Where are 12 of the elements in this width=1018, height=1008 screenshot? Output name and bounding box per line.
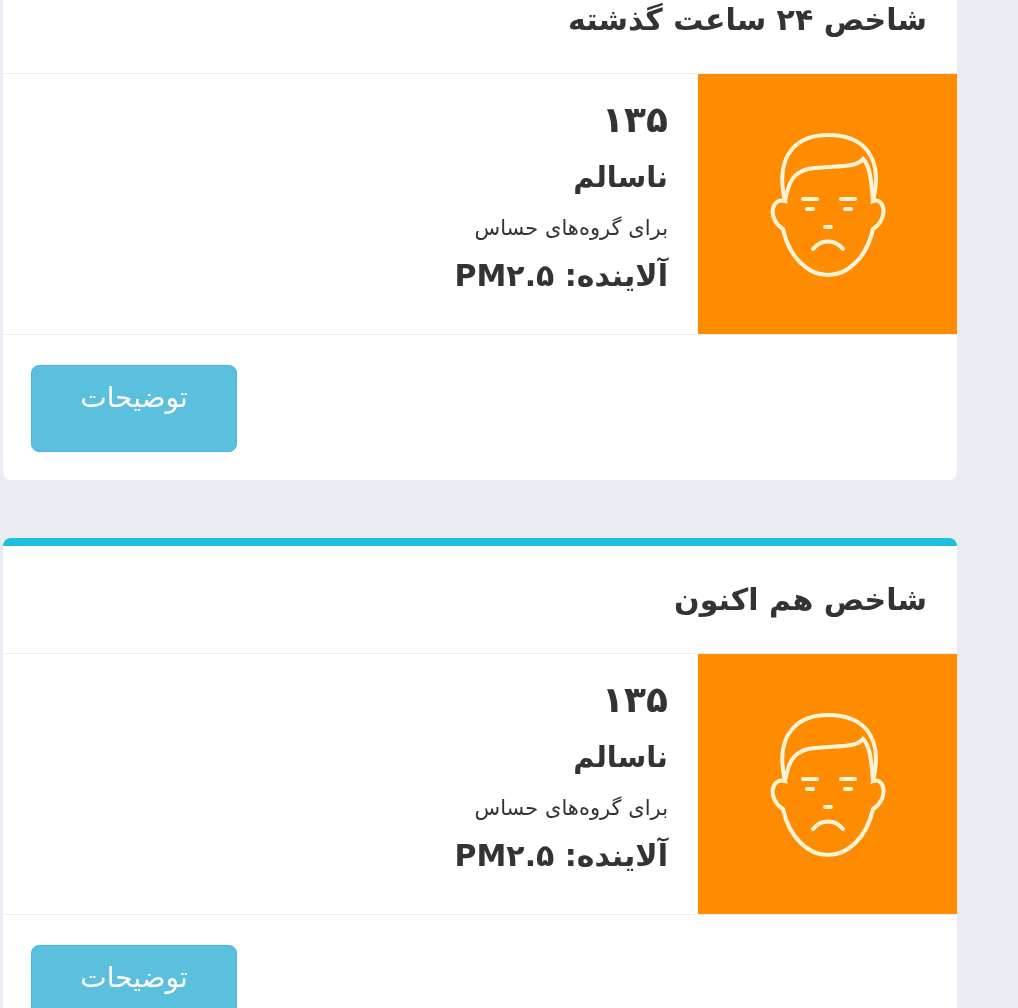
- details-button[interactable]: توضیحات: [31, 365, 237, 452]
- pollutant-label: آلاینده: PM۲.۵: [454, 836, 668, 875]
- index-value: ۱۳۵: [602, 678, 668, 722]
- pollutant-label: آلاینده: PM۲.۵: [454, 256, 668, 295]
- card-title: شاخص ۲۴ ساعت گذشته: [568, 2, 927, 37]
- index-value: ۱۳۵: [602, 98, 668, 142]
- status-note: برای گروه‌های حساس: [474, 795, 668, 822]
- status-label: ناسالم: [573, 159, 668, 196]
- status-label: ناسالم: [573, 739, 668, 776]
- status-note: برای گروه‌های حساس: [474, 215, 668, 242]
- details-button[interactable]: توضیحات: [31, 945, 237, 1008]
- card-title: شاخص هم اکنون: [674, 582, 927, 617]
